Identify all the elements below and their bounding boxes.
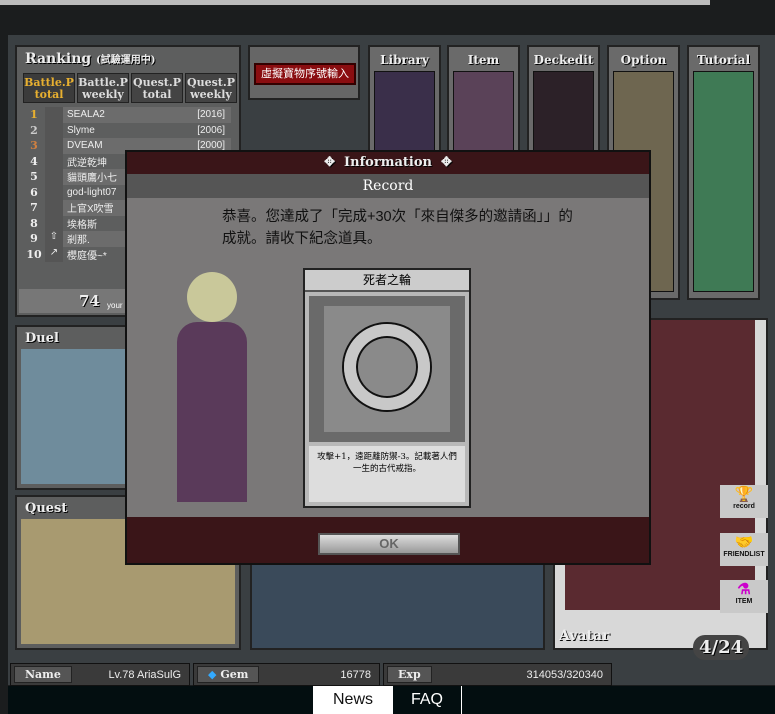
exp-status: Exp 314053/320340 [383,663,612,686]
gem-icon: ◆ [208,668,217,681]
menu-card-tutorial[interactable]: Tutorial [687,45,760,300]
item-side-label: ITEM [735,598,753,605]
rank-number: 9 [30,232,38,246]
friendlist-button[interactable]: 🤝 FRIENDLIST [720,533,768,566]
gem-status: ◆ Gem 16778 [193,663,380,686]
player-name: SEALA2 [67,109,105,121]
dialog-header: ✥ Information ✥ [127,152,649,174]
player-name: 剎那. [67,235,90,247]
dialog-footer: OK [127,517,649,563]
bottom-nav: News FAQ [8,686,775,714]
rank-trend-icon [45,138,63,154]
tab-quest-total[interactable]: Quest.P total [131,73,183,103]
record-button[interactable]: 🏆 record [720,485,768,518]
rank-trend-icon [45,122,63,138]
player-name: 櫻庭優~* [67,250,107,262]
rank-trend-icon: ⇧ [45,231,63,247]
option-label: Option [620,53,667,67]
rank-trend-icon [45,200,63,216]
rank-number: 6 [30,185,38,199]
player-name: Lv.78 AriaSulG [108,668,181,681]
nav-news[interactable]: News [313,686,393,714]
ranking-row[interactable]: 2 Slyme [2006] [23,122,231,139]
ring-icon [344,324,430,410]
dialog-subtitle: Record [127,174,649,198]
item-name: 死者之輪 [305,270,469,292]
tab-battle-weekly[interactable]: Battle.P weekly [77,73,129,103]
ranking-subtitle: (試驗運用中) [96,55,156,66]
dialog-message: 恭喜。您達成了「完成+30次「來自傑多的邀請函」」的成就。請收下紀念道具。 [222,209,573,247]
record-label: record [733,503,755,510]
item-image-frame [309,296,465,442]
rank-number: 1 [30,108,38,122]
rank-number: 5 [30,170,38,184]
rank-trend-icon [45,215,63,231]
rank-trend-icon [45,184,63,200]
item-description: 攻擊+1，遠距離防禦-3。記載著人們一生的古代戒指。 [309,446,465,502]
information-dialog: ✥ Information ✥ Record 恭喜。您達成了「完成+30次「來自… [125,150,651,565]
avatar-label: Avatar [559,628,610,644]
player-name: Slyme [67,124,95,136]
tab-quest-weekly[interactable]: Quest.P weekly [185,73,237,103]
tutorial-label: Tutorial [696,53,751,67]
gem-label: ◆ Gem [197,666,260,683]
ok-button[interactable]: OK [318,533,460,555]
player-name: 埃格斯 [67,219,97,231]
library-label: Library [380,53,429,67]
trophy-icon: 🏆 [734,486,754,503]
player-name: 武逆乾坤 [67,157,107,169]
ranking-row[interactable]: 1 SEALA2 [2016] [23,107,231,123]
ranking-title-text: Ranking [25,51,92,67]
rank-trend-icon [45,169,63,185]
exp-label: Exp [387,666,432,683]
player-name: 上官X吹雪 [67,204,114,216]
potion-icon: ⚗ [737,581,751,598]
rank-number: 8 [30,216,38,230]
your-rank-label: your [107,301,123,310]
gem-value: 16778 [340,668,371,681]
exp-value: 314053/320340 [526,668,603,681]
name-status: Name Lv.78 AriaSulG [10,663,190,686]
rank-number: 7 [30,201,38,215]
ranking-tabs: Battle.P total Battle.P weekly Quest.P t… [23,73,237,103]
your-rank: 74 [79,292,100,310]
player-name: 貓頭鷹小七 [67,173,117,185]
rank-number: 4 [30,154,38,168]
rank-trend-icon: ↗ [45,246,63,262]
name-label: Name [14,666,72,683]
rank-player: SEALA2 [2016] [63,107,231,123]
lower-scene-image [250,560,545,650]
nav-faq[interactable]: FAQ [393,686,462,714]
item-side-button[interactable]: ⚗ ITEM [720,580,768,613]
rank-number: 3 [30,139,38,153]
rank-number: 2 [30,123,38,137]
item-image-bg [324,306,450,432]
tutorial-image [693,71,754,292]
player-name: DVEAM [67,140,103,152]
rank-trend-icon [45,153,63,169]
ranking-title: Ranking (試驗運用中) [25,51,156,67]
item-label: Item [467,53,500,67]
serial-panel: 虛擬寶物序號輸入 [248,45,360,100]
dialog-title: Information [344,155,432,170]
player-score: [2016] [197,109,225,121]
character-portrait [167,272,257,502]
handshake-icon: 🤝 [734,534,754,551]
top-strip [0,0,710,5]
rank-number: 10 [26,247,42,261]
rank-trend-icon [45,107,63,123]
serial-input-button[interactable]: 虛擬寶物序號輸入 [254,63,356,85]
rank-player: Slyme [2006] [63,123,231,139]
tab-battle-total[interactable]: Battle.P total [23,73,75,103]
avatar-count-badge: 4/24 [693,635,750,660]
deckedit-label: Deckedit [533,53,594,67]
gem-label-text: Gem [220,668,249,681]
player-score: [2006] [197,124,225,136]
reward-item-card: 死者之輪 攻擊+1，遠距離防禦-3。記載著人們一生的古代戒指。 [303,268,471,508]
friendlist-label: FRIENDLIST [723,551,765,558]
player-name: god-light07 [67,186,117,198]
